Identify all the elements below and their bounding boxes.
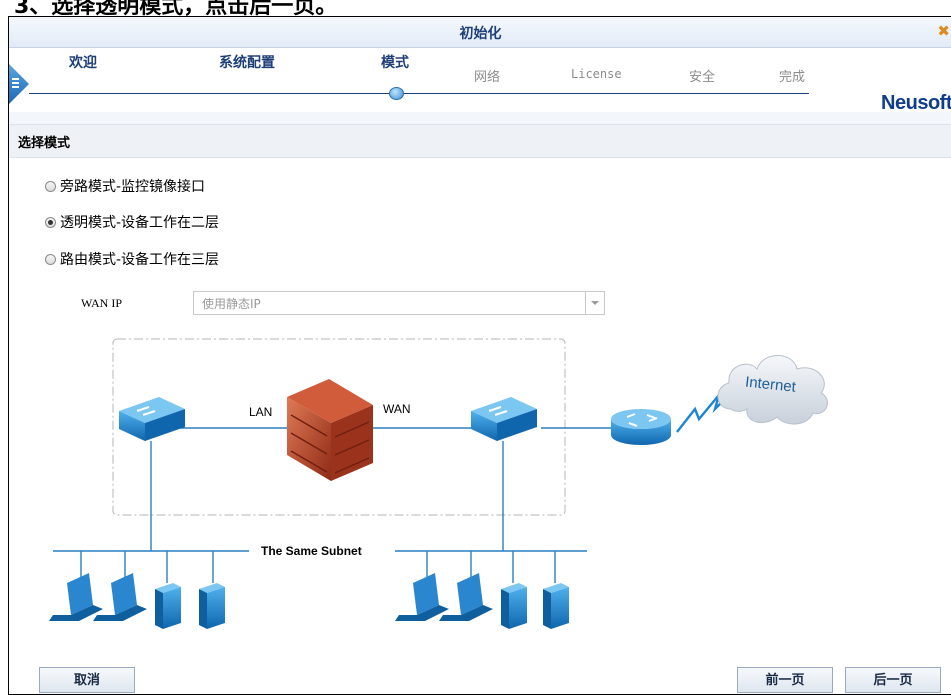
subnet-label: The Same Subnet [261,544,362,558]
laptop-icon [439,573,493,621]
server-icon [199,583,225,629]
lan-label: LAN [249,405,272,419]
init-dialog: 初始化 ✖ 欢迎 系统配置 模式 网络 License 安全 完成 Neusof… [8,16,951,695]
server-icon [155,583,181,629]
internet-cloud-icon: Internet [717,355,828,425]
server-icon [543,583,569,629]
laptop-icon [93,573,147,621]
firewall-icon [287,379,373,481]
wan-label: WAN [383,402,411,416]
right-switch-icon [471,397,537,441]
cancel-button[interactable]: 取消 [39,667,135,693]
server-icon [501,583,527,629]
network-diagram: LAN WAN Internet The Same Subnet [49,338,828,629]
laptop-icon [49,573,103,621]
laptop-icon [395,573,449,621]
next-page-button[interactable]: 后一页 [845,667,941,693]
prev-page-button[interactable]: 前一页 [737,667,833,693]
left-switch-icon [119,397,185,441]
router-icon [611,409,671,445]
